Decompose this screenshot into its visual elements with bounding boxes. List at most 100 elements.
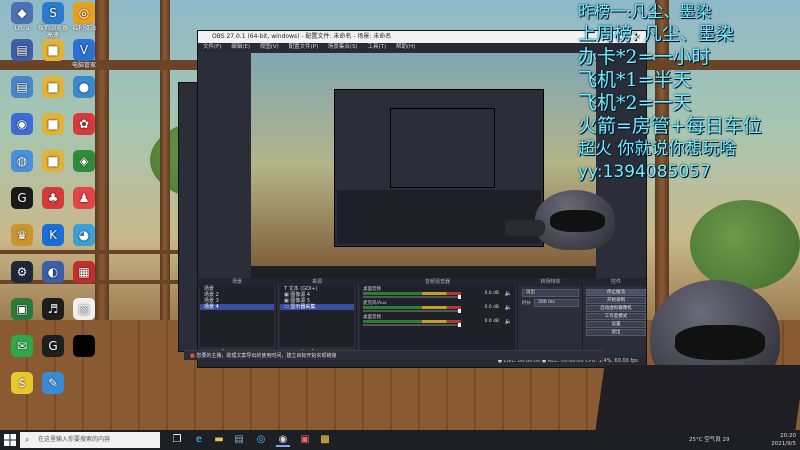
desktop-icon[interactable]: ✎ xyxy=(35,372,71,408)
stream-overlay-text: 昨榜一:凡尘、墨染 上周榜: 凡尘、墨染 办卡*2=一小时 飞机*1=半天 飞机… xyxy=(578,0,800,184)
volume-slider-handle[interactable] xyxy=(458,323,461,327)
system-tray: 25°C 空气良 29 20:20 2021/9/5 xyxy=(689,432,796,448)
windows-taskbar: ⌕ 在这里输入你要搜索的内容 ❐ e ▬ ▤ ◎ ◉ ▣ ▩ 25°C 空气良 … xyxy=(0,430,800,450)
overlay-line-card: 办卡*2=一小时 xyxy=(578,46,711,68)
app-icon: V xyxy=(73,39,95,61)
menu-scene-collection[interactable]: 场景集合(S) xyxy=(328,44,358,50)
desktop-icon[interactable]: ▦ xyxy=(66,261,102,297)
app-icon: ◆ xyxy=(11,2,33,24)
app-icon: ✿ xyxy=(73,113,95,135)
app-icon: ◕ xyxy=(73,224,95,246)
scene-item-selected[interactable]: 场景 4 xyxy=(200,304,274,310)
desktop-icon[interactable] xyxy=(66,335,102,371)
volume-slider[interactable] xyxy=(363,309,461,313)
desktop-icon[interactable]: ✿ xyxy=(66,113,102,149)
app-icon: ● xyxy=(73,76,95,98)
transition-select[interactable]: 淡出 xyxy=(522,289,579,297)
menu-profile[interactable]: 配置文件(P) xyxy=(289,44,319,50)
visor xyxy=(550,210,605,232)
taskbar-search-input[interactable]: ⌕ 在这里输入你要搜索的内容 xyxy=(20,432,160,448)
search-placeholder: 在这里输入你要搜索的内容 xyxy=(38,436,111,443)
app-icon: ♬ xyxy=(42,298,64,320)
app-icon[interactable]: ▩ xyxy=(318,433,332,447)
app-icon: ◐ xyxy=(42,261,64,283)
obs-taskbar-icon[interactable]: ◉ xyxy=(276,433,290,447)
overlay-line-rocket: 火箭=房管+每日车位 xyxy=(578,115,762,137)
app-icon[interactable]: ▣ xyxy=(298,433,312,447)
menu-view[interactable]: 视图(V) xyxy=(260,44,279,50)
app-icon: ■ xyxy=(42,150,64,172)
desktop-icon[interactable]: ◕ xyxy=(66,224,102,260)
desktop-icon[interactable]: ● xyxy=(66,76,102,112)
keyboard-art xyxy=(595,365,800,430)
duration-label: 时长 xyxy=(522,301,531,306)
source-item-selected[interactable]: ▭ 显示器采集 xyxy=(280,304,354,310)
mixer-channels: 桌面音频 0.0 dB 🔈 麦克风/Aux 0.0 dB 🔈 桌面音频 0.0 … xyxy=(360,286,515,356)
store-icon[interactable]: ▤ xyxy=(232,433,246,447)
dock-scenes-header: 场景 xyxy=(198,278,276,286)
file-explorer-icon[interactable]: ▬ xyxy=(212,433,226,447)
dock-audio-mixer: 音频混音器 桌面音频 0.0 dB 🔈 麦克风/Aux 0.0 dB 🔈 桌面音… xyxy=(358,278,518,358)
channel-db: 0.0 dB xyxy=(484,319,499,324)
weather-widget[interactable]: 25°C 空气良 29 xyxy=(689,432,730,448)
app-icon: ▤ xyxy=(11,76,33,98)
menu-tools[interactable]: 工具(T) xyxy=(367,44,386,50)
desktop-icon[interactable]: ◈ xyxy=(66,150,102,186)
mixer-channel: 桌面音频 0.0 dB 🔈 xyxy=(360,286,515,300)
visor xyxy=(675,325,765,360)
dock-scenes: 场景 场景 场景 2 场景 3 场景 4 + − ⌃ ⌄ xyxy=(198,278,277,358)
task-view-icon[interactable]: ❐ xyxy=(170,433,184,447)
menu-help[interactable]: 帮助(H) xyxy=(396,44,415,50)
desktop-icon-label: 搜狗浏览器 高速 xyxy=(37,25,68,39)
volume-meter xyxy=(363,320,461,323)
desktop-icon[interactable]: ▧ xyxy=(66,298,102,334)
app-icon: G xyxy=(11,187,33,209)
app-icon: ♟ xyxy=(73,187,95,209)
preview-nested-obs-inner xyxy=(390,108,495,188)
dock-mixer-header: 音频混音器 xyxy=(358,278,517,286)
scene-list: 场景 场景 2 场景 3 场景 4 xyxy=(200,286,274,347)
menu-file[interactable]: 文件(F) xyxy=(203,44,221,50)
volume-slider[interactable] xyxy=(363,323,461,327)
clock-time: 20:20 xyxy=(780,433,796,439)
overlay-line-plane-2: 飞机*2=一天 xyxy=(578,92,692,114)
desktop-icon-label: Ultra xyxy=(14,25,30,32)
dock-sources: 来源 T 文本 (GDI+) ▣ 图像源 4 ▣ 图像源 5 ▭ 显示器采集 +… xyxy=(278,278,357,358)
desktop-icon[interactable]: ♟ xyxy=(66,187,102,223)
browser-icon[interactable]: ◎ xyxy=(254,433,268,447)
desktop-icon[interactable]: ◎ 福利驿站 xyxy=(66,2,102,38)
search-icon: ⌕ xyxy=(25,435,30,444)
app-icon: ◈ xyxy=(73,150,95,172)
app-icon: ♣ xyxy=(42,187,64,209)
speaker-icon[interactable]: 🔈 xyxy=(505,318,512,325)
menu-edit[interactable]: 编辑(E) xyxy=(231,44,250,50)
overlay-line-super: 超火 你就说你想玩啥 xyxy=(578,139,737,159)
preview-nested-taskbar xyxy=(251,266,596,278)
volume-slider-handle[interactable] xyxy=(458,295,461,299)
desktop-icon[interactable]: V 电脑管家 xyxy=(66,39,102,75)
avatar-character-top xyxy=(505,185,635,255)
speaker-icon[interactable]: 🔈 xyxy=(505,304,512,311)
overlay-line-yy: yy:1394085057 xyxy=(578,162,711,182)
duration-input[interactable]: 300 ms xyxy=(534,299,579,307)
warning-icon: ■ xyxy=(190,353,195,359)
overlay-line-plane-1: 飞机*1=半天 xyxy=(578,69,692,91)
speaker-icon[interactable]: 🔈 xyxy=(505,290,512,297)
app-icon: ■ xyxy=(42,113,64,135)
clock[interactable]: 20:20 2021/9/5 xyxy=(771,432,796,448)
channel-db: 0.0 dB xyxy=(484,305,499,310)
dock-transitions: 转场特效 淡出 时长 300 ms xyxy=(519,278,583,358)
volume-slider[interactable] xyxy=(363,295,461,299)
dock-sources-header: 来源 xyxy=(278,278,356,286)
obs-notice-bar: ■ 您要的主播，助理文案导出的使用时间，建立目标开始实现链接 xyxy=(184,350,604,360)
windows-start-icon[interactable] xyxy=(4,434,16,446)
app-icon: G xyxy=(42,335,64,357)
app-icon: ✉ xyxy=(11,335,33,357)
volume-meter xyxy=(363,292,461,295)
weapon xyxy=(505,220,545,236)
edge-icon[interactable]: e xyxy=(192,433,206,447)
dock-transitions-header: 转场特效 xyxy=(519,278,582,286)
source-list: T 文本 (GDI+) ▣ 图像源 4 ▣ 图像源 5 ▭ 显示器采集 xyxy=(280,286,354,347)
app-icon: ■ xyxy=(42,39,64,61)
volume-slider-handle[interactable] xyxy=(458,309,461,313)
